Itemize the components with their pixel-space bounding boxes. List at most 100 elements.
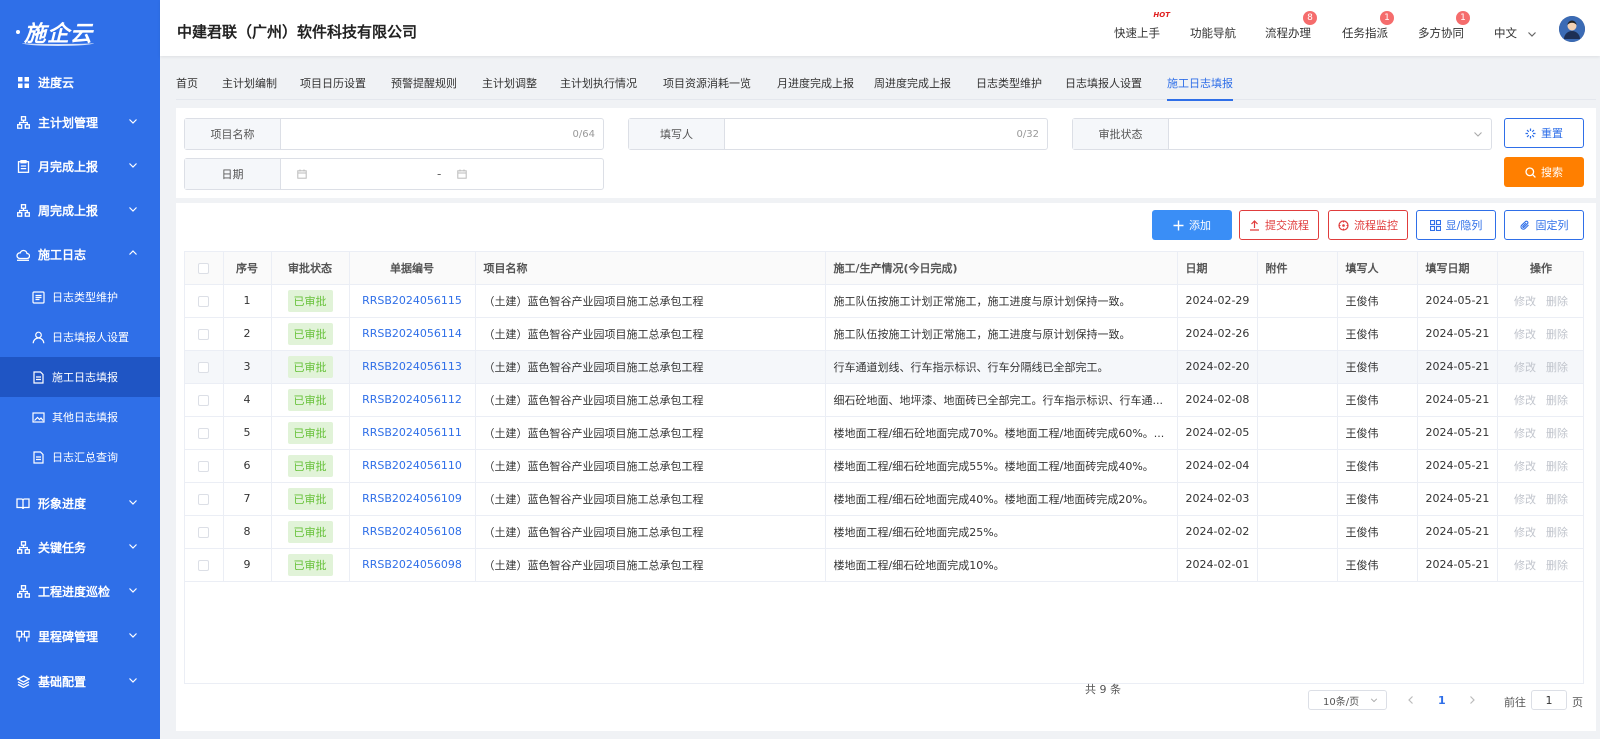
row-checkbox[interactable] <box>185 350 224 384</box>
tab-monthly-progress[interactable]: 月进度完成上报 <box>777 75 854 91</box>
tab-resource-consumption[interactable]: 项目资源消耗一览 <box>663 75 751 91</box>
sidebar-subitem-construction-log-entry[interactable]: 施工日志填报 <box>0 357 160 397</box>
row-checkbox[interactable] <box>185 548 224 582</box>
sidebar-item-progress-inspection[interactable]: 工程进度巡检 <box>0 571 160 611</box>
row-checkbox[interactable] <box>185 284 224 318</box>
workflow-link[interactable]: 流程办理 8 <box>1265 11 1317 41</box>
task-assign-link[interactable]: 任务指派 1 <box>1342 11 1394 41</box>
calendar-icon[interactable] <box>297 169 307 179</box>
table-row[interactable]: 7 已审批 RRSB2024056109 （土建）蓝色智谷产业园项目施工总承包工… <box>185 482 1583 516</box>
delete-link[interactable]: 删除 <box>1546 295 1568 308</box>
table-row[interactable]: 8 已审批 RRSB2024056108 （土建）蓝色智谷产业园项目施工总承包工… <box>185 515 1583 549</box>
tab-home[interactable]: 首页 <box>176 75 198 91</box>
sidebar-item-monthly-report[interactable]: 月完成上报 <box>0 146 160 186</box>
sidebar-item-construction-log[interactable]: 施工日志 <box>0 234 160 274</box>
edit-link[interactable]: 修改 <box>1514 328 1536 341</box>
function-nav-link[interactable]: 功能导航 <box>1190 25 1236 41</box>
edit-link[interactable]: 修改 <box>1514 460 1536 473</box>
delete-link[interactable]: 删除 <box>1546 328 1568 341</box>
delete-link[interactable]: 删除 <box>1546 493 1568 506</box>
row-checkbox[interactable] <box>185 416 224 450</box>
quick-start-link[interactable]: 快速上手 HOT <box>1114 11 1170 41</box>
tab-master-plan-adjust[interactable]: 主计划调整 <box>482 75 537 91</box>
select-all-checkbox[interactable] <box>185 252 224 285</box>
document-code-link[interactable]: RRSB2024056113 <box>362 360 462 373</box>
tab-master-plan-execution[interactable]: 主计划执行情况 <box>560 75 637 91</box>
edit-link[interactable]: 修改 <box>1514 493 1536 506</box>
tab-construction-log-entry[interactable]: 施工日志填报 <box>1167 75 1233 91</box>
search-button[interactable]: 搜索 <box>1504 157 1584 187</box>
edit-link[interactable]: 修改 <box>1514 526 1536 539</box>
delete-link[interactable]: 删除 <box>1546 427 1568 440</box>
document-code-link[interactable]: RRSB2024056108 <box>362 525 462 538</box>
tab-log-type[interactable]: 日志类型维护 <box>976 75 1042 91</box>
avatar[interactable] <box>1559 16 1585 42</box>
page-size-select[interactable]: 10条/页 <box>1308 690 1387 710</box>
document-code-link[interactable]: RRSB2024056114 <box>362 327 462 340</box>
row-checkbox[interactable] <box>185 449 224 483</box>
sidebar-item-basic-config[interactable]: 基础配置 <box>0 661 160 701</box>
approval-status-select[interactable] <box>1169 119 1473 149</box>
sidebar-item-milestones[interactable]: 里程碑管理 <box>0 616 160 656</box>
delete-link[interactable]: 删除 <box>1546 526 1568 539</box>
sidebar-subitem-log-filler[interactable]: 日志填报人设置 <box>0 317 160 357</box>
prev-page-icon[interactable] <box>1406 695 1416 705</box>
row-checkbox[interactable] <box>185 482 224 516</box>
sidebar-subitem-log-type[interactable]: 日志类型维护 <box>0 277 160 317</box>
row-checkbox[interactable] <box>185 383 224 417</box>
document-code-link[interactable]: RRSB2024056098 <box>362 558 462 571</box>
logo[interactable]: 施企云 <box>0 0 160 64</box>
edit-link[interactable]: 修改 <box>1514 361 1536 374</box>
collaboration-link[interactable]: 多方协同 1 <box>1418 11 1470 41</box>
delete-link[interactable]: 删除 <box>1546 559 1568 572</box>
sidebar-item-master-plan[interactable]: 主计划管理 <box>0 102 160 142</box>
add-button[interactable]: 添加 <box>1152 210 1232 240</box>
chevron-down-icon <box>129 500 137 505</box>
tab-log-filler[interactable]: 日志填报人设置 <box>1065 75 1142 91</box>
sidebar-item-progress-cloud[interactable]: 进度云 <box>0 62 160 102</box>
row-date: 2024-02-05 <box>1177 416 1258 450</box>
sidebar-item-key-tasks[interactable]: 关键任务 <box>0 527 160 567</box>
table-row[interactable]: 4 已审批 RRSB2024056112 （土建）蓝色智谷产业园项目施工总承包工… <box>185 383 1583 417</box>
table-row[interactable]: 6 已审批 RRSB2024056110 （土建）蓝色智谷产业园项目施工总承包工… <box>185 449 1583 483</box>
row-checkbox[interactable] <box>185 515 224 549</box>
fix-columns-button[interactable]: 固定列 <box>1504 210 1584 240</box>
edit-link[interactable]: 修改 <box>1514 295 1536 308</box>
table-row[interactable]: 5 已审批 RRSB2024056111 （土建）蓝色智谷产业园项目施工总承包工… <box>185 416 1583 450</box>
tab-master-plan-edit[interactable]: 主计划编制 <box>222 75 277 91</box>
edit-link[interactable]: 修改 <box>1514 559 1536 572</box>
delete-link[interactable]: 删除 <box>1546 361 1568 374</box>
filler-input[interactable] <box>725 119 1017 149</box>
project-name-input[interactable] <box>281 119 573 149</box>
goto-page-input[interactable] <box>1531 690 1567 710</box>
document-code-link[interactable]: RRSB2024056115 <box>362 294 462 307</box>
sidebar-subitem-log-summary[interactable]: 日志汇总查询 <box>0 437 160 477</box>
tab-weekly-progress[interactable]: 周进度完成上报 <box>874 75 951 91</box>
document-code-link[interactable]: RRSB2024056110 <box>362 459 462 472</box>
sidebar-item-weekly-report[interactable]: 周完成上报 <box>0 190 160 230</box>
edit-link[interactable]: 修改 <box>1514 427 1536 440</box>
next-page-icon[interactable] <box>1467 695 1477 705</box>
document-code-link[interactable]: RRSB2024056112 <box>362 393 462 406</box>
language-select[interactable]: 中文 <box>1494 25 1537 41</box>
document-code-link[interactable]: RRSB2024056109 <box>362 492 462 505</box>
table-row[interactable]: 2 已审批 RRSB2024056114 （土建）蓝色智谷产业园项目施工总承包工… <box>185 317 1583 351</box>
document-code-link[interactable]: RRSB2024056111 <box>362 426 462 439</box>
table-row[interactable]: 3 已审批 RRSB2024056113 （土建）蓝色智谷产业园项目施工总承包工… <box>185 350 1583 384</box>
table-row[interactable]: 9 已审批 RRSB2024056098 （土建）蓝色智谷产业园项目施工总承包工… <box>185 548 1583 582</box>
delete-link[interactable]: 删除 <box>1546 460 1568 473</box>
submit-workflow-button[interactable]: 提交流程 <box>1239 210 1319 240</box>
table-row[interactable]: 1 已审批 RRSB2024056115 （土建）蓝色智谷产业园项目施工总承包工… <box>185 284 1583 318</box>
tab-warning-rules[interactable]: 预警提醒规则 <box>391 75 457 91</box>
sidebar-item-visual-progress[interactable]: 形象进度 <box>0 483 160 523</box>
delete-link[interactable]: 删除 <box>1546 394 1568 407</box>
reset-button[interactable]: 重置 <box>1504 118 1584 148</box>
sidebar-subitem-other-log[interactable]: 其他日志填报 <box>0 397 160 437</box>
edit-link[interactable]: 修改 <box>1514 394 1536 407</box>
row-checkbox[interactable] <box>185 317 224 351</box>
current-page[interactable]: 1 <box>1438 694 1446 707</box>
toggle-columns-button[interactable]: 显/隐列 <box>1416 210 1496 240</box>
calendar-icon[interactable] <box>457 169 468 179</box>
tab-project-calendar[interactable]: 项目日历设置 <box>300 75 366 91</box>
workflow-monitor-button[interactable]: 流程监控 <box>1328 210 1408 240</box>
